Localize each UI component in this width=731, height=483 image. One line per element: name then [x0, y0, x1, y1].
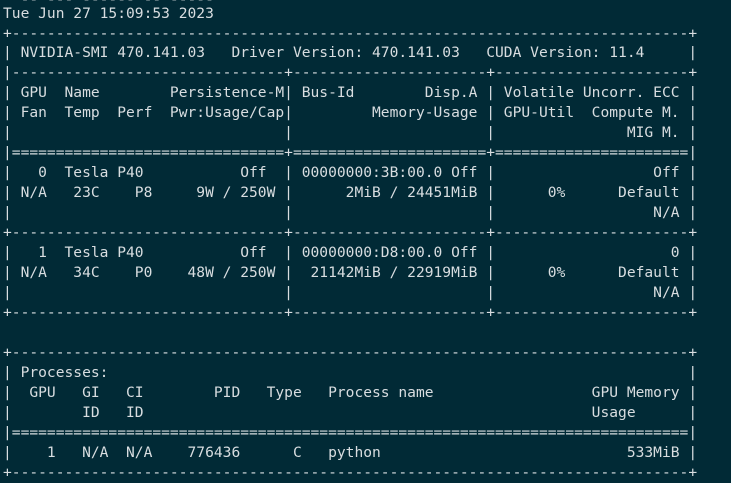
- terminal-line-process-header-1: | GPU GI CI PID Type Process name GPU Me…: [3, 384, 698, 401]
- terminal-line-process-border-bottom: +---------------------------------------…: [3, 464, 698, 481]
- terminal-line-process-border-top: +---------------------------------------…: [3, 344, 698, 361]
- terminal-line-gpu-header-3: | | | MIG M. |: [3, 124, 698, 141]
- terminal-line-version-info: | NVIDIA-SMI 470.141.03 Driver Version: …: [3, 44, 698, 61]
- terminal-line-gpu-table-separator: |===============================+=======…: [3, 144, 698, 161]
- terminal-line-gpu-row-separator: +-------------------------------+-------…: [3, 224, 698, 241]
- terminal-line-gpu-header-1: | GPU Name Persistence-M| Bus-Id Disp.A …: [3, 84, 698, 101]
- terminal-line-timestamp: Tue Jun 27 15:09:53 2023: [3, 5, 214, 22]
- terminal-line-process-header-2: | ID ID Usage |: [3, 404, 698, 421]
- terminal-line-header-separator: |-------------------------------+-------…: [3, 64, 698, 81]
- terminal-line-gpu1-row-1: | 1 Tesla P40 Off | 00000000:D8:00.0 Off…: [3, 244, 698, 261]
- terminal-line-gpu1-row-3: | | | N/A |: [3, 284, 698, 301]
- terminal-window[interactable]: -- --- ------ -- ----- Tue Jun 27 15:09:…: [0, 0, 731, 483]
- terminal-line-gpu0-row-2: | N/A 23C P8 9W / 250W | 2MiB / 24451MiB…: [3, 184, 698, 201]
- terminal-line-gpu-header-2: | Fan Temp Perf Pwr:Usage/Cap| Memory-Us…: [3, 104, 698, 121]
- terminal-line-gpu0-row-3: | | | N/A |: [3, 204, 698, 221]
- terminal-line-processes-title: | Processes: |: [3, 364, 698, 381]
- terminal-line-border-top: +---------------------------------------…: [3, 25, 698, 42]
- terminal-line-gpu-table-bottom: +-------------------------------+-------…: [3, 304, 698, 321]
- terminal-line-process-row-python: | 1 N/A N/A 776436 C python 533MiB |: [3, 444, 698, 461]
- terminal-line-gpu0-row-1: | 0 Tesla P40 Off | 00000000:3B:00.0 Off…: [3, 164, 698, 181]
- terminal-line-gpu1-row-2: | N/A 34C P0 48W / 250W | 21142MiB / 229…: [3, 264, 698, 281]
- terminal-line-process-table-separator: |=======================================…: [3, 424, 698, 441]
